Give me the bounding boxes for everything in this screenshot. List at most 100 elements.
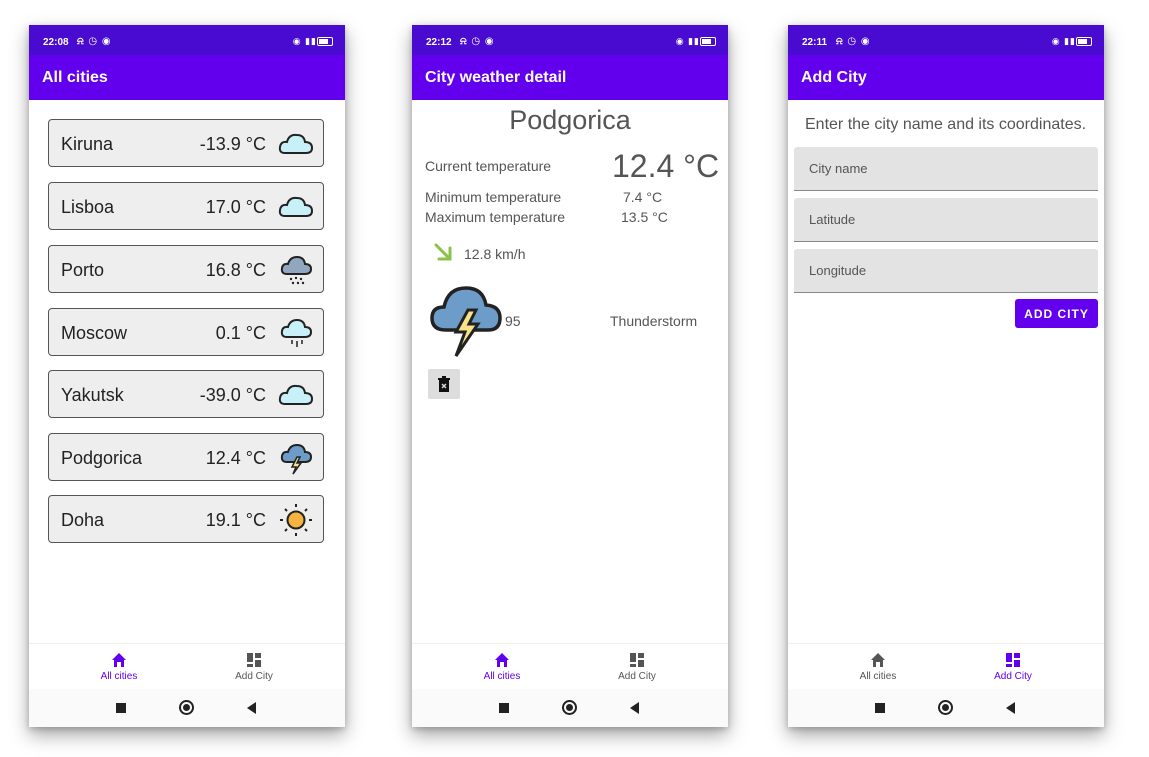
current-temperature-value: 12.4 °C	[612, 148, 720, 184]
battery-icon	[700, 37, 716, 46]
battery-icon	[317, 37, 333, 46]
city-name: Yakutsk	[61, 385, 124, 405]
app-title: All cities	[42, 69, 108, 86]
add-city-button[interactable]: ADD CITY	[1015, 299, 1098, 328]
city-temp: 0.1 °C	[215, 323, 266, 343]
nav-label: All cities	[859, 671, 897, 682]
app-title: Add City	[801, 69, 867, 86]
back-button[interactable]	[247, 702, 256, 714]
recents-button[interactable]	[116, 703, 126, 713]
bottom-navigation: All cities Add City	[412, 643, 728, 690]
nav-all-cities[interactable]: All cities	[59, 652, 179, 682]
max-temperature-label: Maximum temperature	[425, 209, 566, 225]
thunderstorm-icon	[280, 443, 313, 475]
latitude-field[interactable]	[794, 198, 1098, 242]
app-title: City weather detail	[425, 69, 567, 86]
humidity-value: 95	[505, 313, 521, 329]
city-row-yakutsk[interactable]: Yakutsk -39.0 °C	[48, 370, 324, 418]
city-name-field[interactable]	[794, 147, 1098, 191]
city-name: Porto	[61, 260, 105, 280]
city-temp: 12.4 °C	[205, 448, 266, 468]
city-temp: 16.8 °C	[205, 260, 266, 280]
sun-icon	[280, 504, 312, 536]
home-button[interactable]	[562, 700, 577, 715]
back-button[interactable]	[1006, 702, 1015, 714]
phone-city-detail: 22:12 ⍾ ◷ ◉ ◉ ▮▮ City weather detail Pod…	[412, 25, 728, 727]
recents-button[interactable]	[499, 703, 509, 713]
status-time: 22:11	[802, 37, 828, 48]
recents-button[interactable]	[875, 703, 885, 713]
phone-add-city: 22:11 ⍾ ◷ ◉ ◉ ▮▮ Add City Enter the city…	[788, 25, 1104, 727]
battery-icon	[1076, 37, 1092, 46]
snow-cloud-icon	[280, 255, 313, 285]
nav-all-cities[interactable]: All cities	[818, 652, 938, 682]
city-name: Doha	[61, 510, 105, 530]
wind-direction-arrow-icon	[434, 243, 452, 261]
nav-add-city[interactable]: Add City	[577, 652, 697, 682]
trash-icon	[438, 376, 450, 392]
home-button[interactable]	[938, 700, 953, 715]
city-name: Kiruna	[61, 134, 114, 154]
city-name: Moscow	[61, 323, 128, 343]
cloud-icon	[278, 196, 314, 217]
form-hint: Enter the city name and its coordinates.	[805, 116, 1087, 133]
dashboard-icon	[630, 653, 644, 667]
home-icon	[871, 653, 885, 667]
drizzle-cloud-icon	[280, 318, 313, 347]
city-row-moscow[interactable]: Moscow 0.1 °C	[48, 308, 324, 356]
system-navigation	[788, 689, 1104, 727]
dashboard-icon	[1006, 653, 1020, 667]
nav-all-cities[interactable]: All cities	[442, 652, 562, 682]
home-button[interactable]	[179, 700, 194, 715]
city-row-porto[interactable]: Porto 16.8 °C	[48, 245, 324, 293]
cloud-icon	[278, 133, 314, 154]
nav-add-city[interactable]: Add City	[953, 652, 1073, 682]
signal-icons: ◉ ▮▮	[675, 36, 700, 46]
city-temp: 17.0 °C	[205, 197, 266, 217]
nav-add-city[interactable]: Add City	[194, 652, 314, 682]
city-row-podgorica[interactable]: Podgorica 12.4 °C	[48, 433, 324, 481]
signal-icons: ◉ ▮▮	[292, 36, 317, 46]
longitude-field[interactable]	[794, 249, 1098, 293]
phone-all-cities: 22:08 ⍾ ◷ ◉ ◉ ▮▮ All cities Kiruna -13.9…	[29, 25, 345, 727]
city-name: Lisboa	[61, 197, 115, 217]
city-name: Podgorica	[61, 448, 143, 468]
signal-icons: ◉ ▮▮	[1051, 36, 1076, 46]
wind-speed: 12.8 km/h	[464, 246, 526, 262]
app-bar: Add City	[788, 55, 1104, 100]
nav-label: All cities	[100, 671, 138, 682]
back-button[interactable]	[630, 702, 639, 714]
delete-city-button[interactable]	[428, 369, 460, 399]
notification-icons: ⍾ ◷ ◉	[836, 36, 871, 47]
home-icon	[495, 653, 509, 667]
bottom-navigation: All cities Add City	[29, 643, 345, 690]
add-city-form: Enter the city name and its coordinates.…	[788, 100, 1104, 643]
city-row-kiruna[interactable]: Kiruna -13.9 °C	[48, 119, 324, 167]
city-row-doha[interactable]: Doha 19.1 °C	[48, 495, 324, 543]
current-temperature-label: Current temperature	[425, 158, 552, 174]
status-time: 22:12	[426, 37, 452, 48]
latitude-input[interactable]	[807, 211, 1081, 228]
app-bar: City weather detail	[412, 55, 728, 100]
detail-content: Podgorica Current temperature 12.4 °C Mi…	[412, 100, 728, 643]
city-temp: -13.9 °C	[199, 134, 266, 154]
status-bar: 22:08 ⍾ ◷ ◉ ◉ ▮▮	[29, 25, 345, 55]
nav-label: All cities	[483, 671, 521, 682]
weather-description: Thunderstorm	[610, 313, 698, 329]
city-temp: -39.0 °C	[199, 385, 266, 405]
system-navigation	[412, 689, 728, 727]
notification-icons: ⍾ ◷ ◉	[460, 36, 495, 47]
nav-label: Add City	[235, 671, 273, 682]
app-bar: All cities	[29, 55, 345, 100]
cloud-icon	[278, 384, 314, 405]
city-name-input[interactable]	[807, 160, 1081, 177]
nav-label: Add City	[618, 671, 656, 682]
home-icon	[112, 653, 126, 667]
city-title: Podgorica	[509, 105, 631, 135]
city-row-lisboa[interactable]: Lisboa 17.0 °C	[48, 182, 324, 230]
city-list: Kiruna -13.9 °C Lisboa 17.0 °C Porto 16.…	[29, 100, 345, 643]
dashboard-icon	[247, 653, 261, 667]
min-temperature-label: Minimum temperature	[425, 189, 562, 205]
nav-label: Add City	[994, 671, 1032, 682]
longitude-input[interactable]	[807, 262, 1081, 279]
